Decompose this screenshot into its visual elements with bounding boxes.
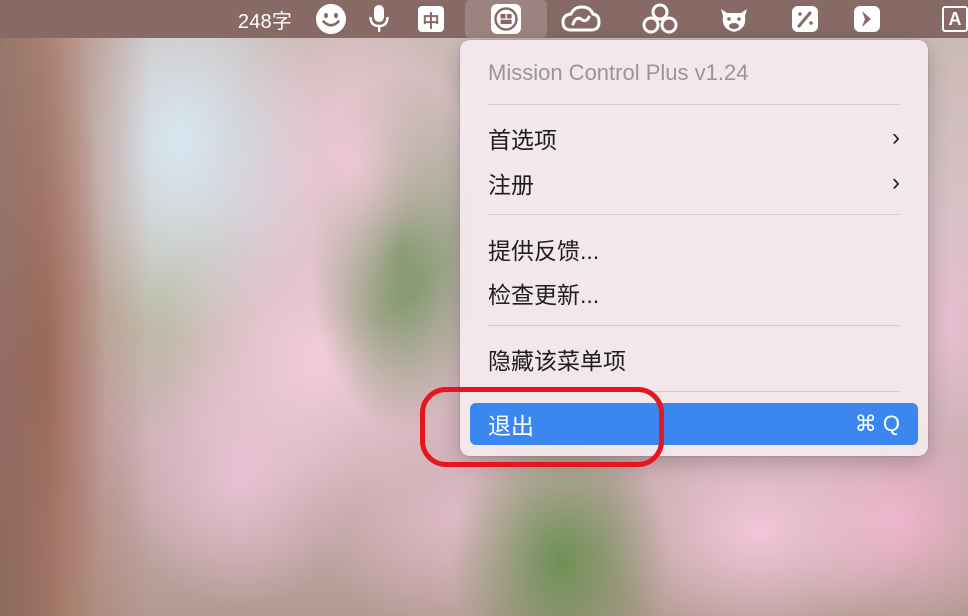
menu-separator	[488, 214, 900, 215]
annotation-highlight-circle	[420, 387, 664, 467]
chevron-right-icon: ›	[892, 124, 900, 151]
bubbles-icon[interactable]	[636, 0, 684, 38]
smiley-icon[interactable]	[312, 0, 350, 38]
menu-item-label: 检查更新...	[488, 282, 600, 308]
text-app-icon[interactable]: A	[942, 0, 968, 38]
menu-app-title: Mission Control Plus v1.24	[488, 60, 749, 85]
microphone-icon[interactable]	[362, 0, 396, 38]
input-method-icon[interactable]: 中	[410, 0, 452, 38]
menu-item-hide[interactable]: 隐藏该菜单项	[470, 338, 918, 380]
chevron-right-icon: ›	[892, 169, 900, 196]
creative-cloud-icon[interactable]	[557, 0, 605, 38]
menu-separator	[488, 104, 900, 105]
mission-control-icon[interactable]	[465, 0, 547, 38]
menu-item-check-updates[interactable]: 检查更新...	[470, 272, 918, 314]
cow-icon[interactable]	[712, 0, 756, 38]
menu-separator	[488, 325, 900, 326]
menu-item-feedback[interactable]: 提供反馈...	[470, 228, 918, 270]
magic-wand-icon[interactable]	[784, 0, 826, 38]
keyboard-shortcut: ⌘ Q	[854, 411, 900, 436]
menu-item-label: 隐藏该菜单项	[488, 348, 626, 374]
menu-item-label: 首选项	[488, 127, 557, 153]
menu-item-register[interactable]: 注册 ›	[470, 162, 918, 204]
menu-bar: 248字 中 A	[0, 0, 968, 38]
wallpaper-tree-trunk	[0, 38, 150, 616]
arrow-app-icon[interactable]	[846, 0, 888, 38]
word-count-status[interactable]: 248字	[228, 0, 302, 38]
text-app-label: A	[942, 6, 968, 32]
word-count-label: 248字	[237, 10, 293, 33]
menu-item-preferences[interactable]: 首选项 ›	[470, 117, 918, 159]
input-method-label: 中	[418, 6, 444, 32]
menu-item-label: 注册	[488, 172, 534, 198]
menu-item-label: 提供反馈...	[488, 238, 600, 264]
